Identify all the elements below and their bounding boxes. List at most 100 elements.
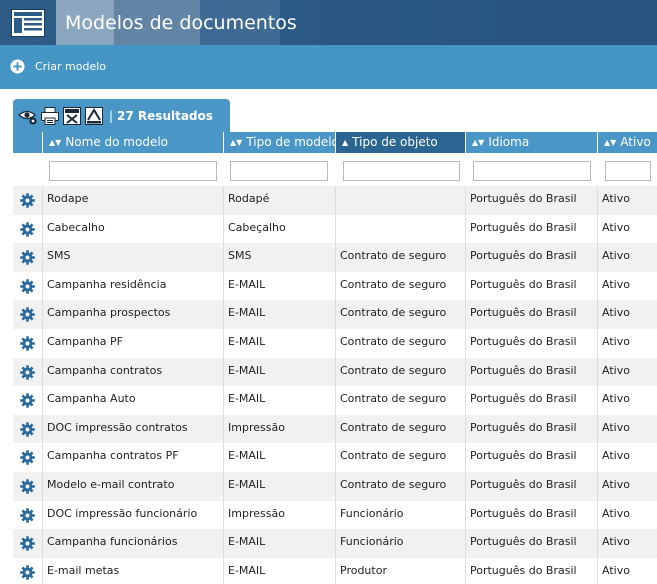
gear-icon[interactable] bbox=[20, 279, 35, 294]
cell-tipo-modelo: E-MAIL bbox=[224, 329, 336, 358]
filter-idioma-input[interactable] bbox=[473, 161, 591, 181]
print-icon[interactable] bbox=[40, 106, 60, 126]
cell-tipo-modelo: Cabeçalho bbox=[224, 214, 336, 244]
header-actions-column bbox=[13, 132, 43, 153]
cell-tipo-objeto: Produtor bbox=[336, 557, 466, 584]
cell-tipo-modelo: E-MAIL bbox=[224, 386, 336, 415]
cell-tipo-objeto: Contrato de seguro bbox=[336, 243, 466, 272]
export-excel-icon[interactable] bbox=[62, 106, 82, 126]
table-row[interactable]: Rodape Rodapé Português do Brasil Ativo bbox=[13, 186, 657, 215]
cell-nome: Campanha PF bbox=[43, 329, 224, 358]
cell-idioma: Português do Brasil bbox=[466, 443, 598, 472]
table-row[interactable]: Campanha Auto E-MAIL Contrato de seguro Por… bbox=[13, 386, 657, 415]
cell-ativo: Ativo bbox=[602, 563, 630, 577]
export-xml-icon[interactable] bbox=[84, 106, 104, 126]
cell-ativo: Ativo bbox=[602, 363, 630, 377]
cell-tipo-modelo: SMS bbox=[224, 243, 336, 272]
filter-ativo-input[interactable] bbox=[605, 161, 651, 181]
table-row[interactable]: Campanha residência E-MAIL Contrato de seg… bbox=[13, 271, 657, 301]
cell-nome: Campanha prospectos bbox=[43, 300, 224, 329]
sort-asc-icon: ▲ bbox=[342, 138, 349, 147]
cell-ativo: Ativo bbox=[602, 478, 630, 491]
cell-idioma: Português do Brasil bbox=[466, 414, 598, 444]
cell-idioma: Português do Brasil bbox=[466, 357, 598, 387]
create-model-button[interactable]: Criar modelo bbox=[10, 59, 106, 74]
header-tipo-de-objeto[interactable]: ▲ Tipo de objeto bbox=[336, 132, 466, 153]
table-row[interactable]: Campanha PF E-MAIL Contrato de seguro Portu… bbox=[13, 329, 657, 358]
title-bar: Modelos de documentos bbox=[0, 0, 657, 45]
cell-nome: SMS bbox=[43, 243, 224, 272]
cell-tipo-objeto: Funcionário bbox=[336, 500, 466, 530]
results-count: 27 Resultados bbox=[117, 108, 213, 123]
gear-icon[interactable] bbox=[20, 479, 35, 494]
cell-tipo-modelo: E-MAIL bbox=[224, 529, 336, 558]
header-nome-do-modelo[interactable]: ▲▼ Nome do modelo bbox=[43, 132, 224, 153]
create-model-label: Criar modelo bbox=[35, 60, 107, 73]
action-bar: Criar modelo bbox=[0, 45, 657, 89]
cell-tipo-modelo: E-MAIL bbox=[224, 472, 336, 501]
cell-ativo: Ativo bbox=[602, 277, 630, 291]
header-ativo[interactable]: ▲▼ Ativo bbox=[598, 132, 657, 153]
gear-icon[interactable] bbox=[20, 507, 35, 523]
gear-icon[interactable] bbox=[20, 565, 35, 580]
gear-icon[interactable] bbox=[20, 364, 35, 380]
gear-icon[interactable] bbox=[20, 450, 35, 466]
cell-tipo-objeto bbox=[336, 186, 466, 215]
sort-both-icon: ▲▼ bbox=[472, 138, 485, 147]
cell-ativo: Ativo bbox=[602, 535, 630, 549]
cell-tipo-objeto: Contrato de seguro bbox=[336, 329, 466, 358]
cell-tipo-objeto: Contrato de seguro bbox=[336, 271, 466, 301]
table-row[interactable]: Cabecalho Cabeçalho Português do Brasil Ati… bbox=[13, 214, 657, 244]
filter-tipo-objeto-input[interactable] bbox=[343, 161, 460, 181]
cell-nome: E-mail metas bbox=[43, 557, 224, 584]
cell-idioma: Português do Brasil bbox=[466, 186, 598, 215]
gear-icon[interactable] bbox=[20, 250, 35, 265]
table-row[interactable]: DOC impressão funcionário Impressão Funcio… bbox=[13, 500, 657, 530]
cell-idioma: Português do Brasil bbox=[466, 529, 598, 558]
cell-tipo-modelo: E-MAIL bbox=[224, 557, 336, 584]
cell-nome: DOC impressão contratos bbox=[43, 414, 224, 444]
cell-idioma: Português do Brasil bbox=[466, 329, 598, 358]
cell-nome: Campanha residência bbox=[43, 271, 224, 301]
table-row[interactable]: SMS SMS Contrato de seguro Português do Bra… bbox=[13, 243, 657, 272]
table-row[interactable]: E-mail metas E-MAIL Produtor Português do B… bbox=[13, 557, 657, 584]
sort-both-icon: ▲▼ bbox=[230, 138, 243, 147]
table-row[interactable]: DOC impressão contratos Impressão Contrato… bbox=[13, 414, 657, 444]
cell-ativo: Ativo bbox=[602, 506, 630, 520]
visibility-settings-icon[interactable] bbox=[18, 106, 38, 126]
cell-idioma: Português do Brasil bbox=[466, 386, 598, 415]
plus-circle-icon bbox=[10, 59, 25, 74]
cell-tipo-objeto: Contrato de seguro bbox=[336, 472, 466, 501]
cell-idioma: Português do Brasil bbox=[466, 243, 598, 272]
cell-ativo: Ativo bbox=[602, 306, 630, 320]
sort-both-icon: ▲▼ bbox=[49, 138, 62, 147]
filter-nome-input[interactable] bbox=[49, 161, 217, 181]
cell-tipo-modelo: E-MAIL bbox=[224, 357, 336, 387]
gear-icon[interactable] bbox=[20, 422, 35, 437]
header-tipo-de-modelo[interactable]: ▲▼ Tipo de modelo bbox=[224, 132, 336, 153]
gear-icon[interactable] bbox=[20, 336, 35, 351]
gear-icon[interactable] bbox=[20, 307, 35, 323]
cell-tipo-objeto: Contrato de seguro bbox=[336, 443, 466, 472]
toolbar-separator: | bbox=[109, 108, 114, 123]
filter-tipo-modelo-input[interactable] bbox=[230, 161, 328, 181]
cell-nome: Cabecalho bbox=[43, 214, 224, 244]
cell-ativo: Ativo bbox=[602, 392, 630, 406]
cell-ativo: Ativo bbox=[602, 335, 630, 348]
cell-tipo-objeto: Funcionário bbox=[336, 529, 466, 558]
cell-tipo-objeto: Contrato de seguro bbox=[336, 414, 466, 444]
table-row[interactable]: Modelo e-mail contrato E-MAIL Contrato de … bbox=[13, 472, 657, 501]
gear-icon[interactable] bbox=[20, 393, 35, 408]
gear-icon[interactable] bbox=[20, 193, 35, 208]
cell-nome: Rodape bbox=[43, 186, 224, 215]
cell-idioma: Português do Brasil bbox=[466, 500, 598, 530]
grid-header: ▲▼ Nome do modelo ▲▼ Tipo de modelo ▲ Tipo … bbox=[13, 132, 657, 153]
table-row[interactable]: Campanha funcionários E-MAIL Funcionário Po… bbox=[13, 529, 657, 558]
table-row[interactable]: Campanha contratos E-MAIL Contrato de segu… bbox=[13, 357, 657, 387]
gear-icon[interactable] bbox=[20, 221, 35, 237]
cell-nome: Campanha contratos bbox=[43, 357, 224, 387]
table-row[interactable]: Campanha prospectos E-MAIL Contrato de seg… bbox=[13, 300, 657, 329]
gear-icon[interactable] bbox=[20, 536, 35, 551]
table-row[interactable]: Campanha contratos PF E-MAIL Contrato de s… bbox=[13, 443, 657, 472]
header-idioma[interactable]: ▲▼ Idioma bbox=[466, 132, 598, 153]
